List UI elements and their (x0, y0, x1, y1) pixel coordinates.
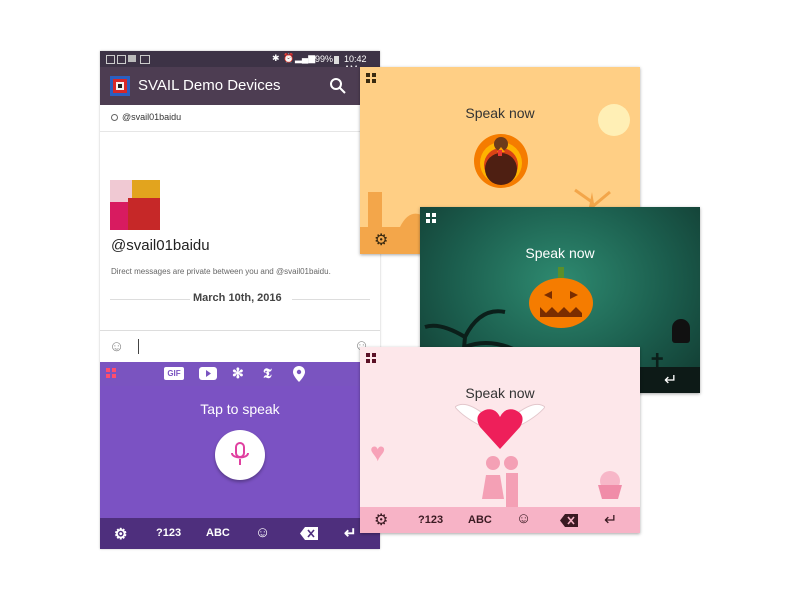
sun-illustration (598, 104, 630, 136)
search-icon[interactable] (328, 76, 348, 96)
grid-icon[interactable] (426, 213, 437, 224)
channel-row[interactable]: @svail01baidu (100, 105, 380, 132)
location-pin-icon[interactable] (293, 366, 305, 387)
settings-gear-icon[interactable]: ⚙ (374, 510, 388, 530)
voice-panel: Tap to speak (100, 386, 380, 518)
settings-gear-icon[interactable]: ⚙ (374, 230, 388, 250)
microphone-button[interactable] (215, 430, 265, 480)
battery-label: 99% (315, 54, 334, 64)
settings-gear-icon[interactable]: ⚙ (114, 525, 127, 543)
date-separator: March 10th, 2016 (193, 292, 282, 304)
alarm-icon: ⏰ (283, 53, 295, 63)
backspace-icon[interactable] (560, 514, 578, 532)
pumpkin-button[interactable] (526, 267, 596, 329)
app-bar: SVAIL Demo Devices (100, 67, 380, 105)
divider-left (110, 299, 190, 300)
emoji-key-icon[interactable]: ☺ (516, 510, 531, 527)
grid-icon[interactable] (366, 353, 377, 364)
cupcake-illustration (594, 471, 626, 499)
keyboard-top-bar: GIF ✻ 𝕿 (100, 362, 380, 386)
profile-name: @svail01baidu (111, 237, 210, 254)
winged-heart-button[interactable] (455, 397, 545, 453)
valentine-theme-card: Speak now ♥ ⚙ ?123 ABC ☺ ↵ (360, 347, 640, 533)
youtube-icon[interactable] (199, 367, 217, 380)
numbers-key[interactable]: ?123 (156, 527, 181, 539)
emoji-key-icon[interactable]: ☺ (255, 524, 270, 541)
grid-icon[interactable] (366, 73, 377, 84)
image-icon (140, 55, 150, 64)
message-input[interactable] (138, 339, 139, 354)
message-icon (128, 55, 136, 62)
avatar (110, 180, 160, 230)
app-title: SVAIL Demo Devices (138, 77, 281, 94)
presence-icon (111, 114, 118, 121)
battery-icon (334, 56, 339, 64)
abc-key[interactable]: ABC (468, 514, 492, 526)
gif-icon[interactable]: GIF (164, 367, 184, 380)
enter-icon[interactable]: ↵ (664, 370, 677, 390)
keyboard-bottom-bar: ⚙ ?123 ABC ☺ ↵ (100, 518, 380, 549)
enter-icon[interactable]: ↵ (344, 524, 357, 542)
notification-icon (106, 55, 115, 64)
nytimes-icon[interactable]: 𝕿 (263, 365, 272, 382)
team-logo-icon[interactable] (110, 76, 130, 96)
bluetooth-icon: ✱ (272, 53, 280, 63)
emoji-icon[interactable]: ☺ (109, 338, 124, 355)
divider-right (292, 299, 370, 300)
gallery-icon (117, 55, 126, 64)
speak-now-label: Speak now (525, 245, 595, 261)
phone-screen: ✱ ⏰ ▂▄▆ 99% 10:42 AM SVAIL Demo Devices … (100, 51, 380, 549)
channel-handle: @svail01baidu (122, 112, 182, 122)
abc-key[interactable]: ABC (206, 527, 230, 539)
signal-icon: ▂▄▆ (295, 53, 316, 63)
tap-to-speak-label: Tap to speak (200, 401, 280, 417)
microphone-icon (231, 442, 249, 465)
backspace-icon[interactable] (300, 527, 318, 545)
dm-notice: Direct messages are private between you … (111, 267, 331, 276)
valentine-bottom-bar: ⚙ ?123 ABC ☺ ↵ (360, 507, 640, 533)
status-bar: ✱ ⏰ ▂▄▆ 99% 10:42 AM (100, 51, 380, 74)
ghost-illustration (672, 319, 690, 343)
enter-icon[interactable]: ↵ (604, 510, 617, 530)
grid-icon[interactable] (106, 368, 117, 379)
message-input-bar: ☺ ☺ (100, 330, 380, 363)
turkey-button[interactable] (466, 129, 536, 189)
numbers-key[interactable]: ?123 (418, 514, 443, 526)
couple-silhouette (478, 455, 528, 509)
cupid-illustration: ♥ (370, 437, 386, 467)
yelp-icon[interactable]: ✻ (232, 365, 244, 382)
